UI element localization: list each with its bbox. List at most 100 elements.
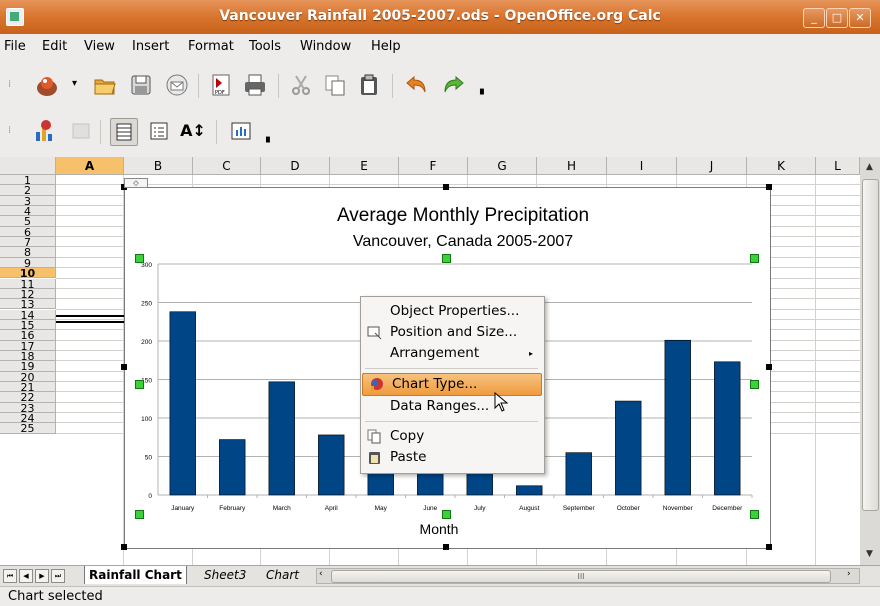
scroll-right-icon[interactable]: › — [847, 569, 851, 579]
maximize-button[interactable]: □ — [826, 8, 848, 28]
legend-icon[interactable] — [146, 118, 172, 144]
horizontal-grids-icon[interactable] — [110, 118, 138, 146]
menu-file[interactable]: File — [4, 39, 26, 54]
row-header-16[interactable]: 16 — [0, 330, 56, 341]
menu-view[interactable]: View — [84, 39, 115, 54]
row-header-10[interactable]: 10 — [0, 268, 56, 279]
anchor-icon[interactable]: ◇ — [124, 178, 148, 188]
chart-type-icon[interactable] — [32, 118, 58, 144]
scroll-up-icon[interactable]: ▲ — [862, 159, 877, 175]
menu-item-arrangement[interactable]: Arrangement ▸ — [361, 343, 542, 364]
open-folder-icon[interactable] — [92, 72, 118, 98]
toolbar-options-icon[interactable]: ▖ — [266, 132, 274, 143]
toolbar-options-icon[interactable]: ▖ — [480, 84, 488, 95]
scale-text-icon[interactable]: A↕ — [180, 118, 206, 144]
diagram-handle[interactable] — [750, 254, 759, 263]
y-tick-label: 300 — [141, 262, 152, 269]
toolbar-grip-icon[interactable]: ⁞ — [8, 79, 12, 90]
select-all-corner[interactable] — [0, 157, 56, 175]
diagram-handle[interactable] — [750, 510, 759, 519]
last-sheet-icon[interactable]: ⏭ — [51, 569, 65, 583]
column-header-l[interactable]: L — [816, 157, 860, 175]
resize-handle[interactable] — [766, 364, 772, 370]
resize-handle[interactable] — [766, 184, 772, 190]
column-header-a[interactable]: A — [56, 157, 124, 175]
save-icon[interactable] — [128, 72, 154, 98]
column-header-h[interactable]: H — [537, 157, 607, 175]
column-header-b[interactable]: B — [124, 157, 193, 175]
resize-handle[interactable] — [443, 184, 449, 190]
column-header-d[interactable]: D — [261, 157, 330, 175]
bar-october — [615, 400, 642, 496]
menu-item-copy[interactable]: Copy — [361, 426, 542, 447]
menu-item-object-properties[interactable]: Object Properties... — [361, 301, 542, 322]
export-pdf-icon[interactable]: PDF — [208, 72, 234, 98]
diagram-handle[interactable] — [135, 380, 144, 389]
resize-handle[interactable] — [121, 544, 127, 550]
menu-window[interactable]: Window — [300, 39, 351, 54]
paste-icon — [367, 450, 382, 465]
menu-item-paste[interactable]: Paste — [361, 447, 542, 468]
paste-icon[interactable] — [356, 72, 382, 98]
menu-item-position-size[interactable]: Position and Size... — [361, 322, 542, 343]
sheet-tab-rainfall-chart[interactable]: Rainfall Chart — [84, 566, 187, 584]
menu-help[interactable]: Help — [371, 39, 401, 54]
prev-sheet-icon[interactable]: ◀ — [19, 569, 33, 583]
diagram-handle[interactable] — [135, 510, 144, 519]
column-header-j[interactable]: J — [677, 157, 747, 175]
chart-app-icon[interactable] — [34, 72, 60, 98]
diagram-handle[interactable] — [135, 254, 144, 263]
dropdown-arrow-icon[interactable]: ▾ — [72, 78, 77, 89]
scroll-down-icon[interactable]: ▼ — [862, 546, 877, 562]
minimize-button[interactable]: _ — [803, 8, 825, 28]
automatic-layout-icon[interactable] — [228, 118, 254, 144]
menu-tools[interactable]: Tools — [249, 39, 281, 54]
resize-handle[interactable] — [443, 544, 449, 550]
next-sheet-icon[interactable]: ▶ — [35, 569, 49, 583]
status-text: Chart selected — [8, 589, 103, 604]
sheet-tab-chart[interactable]: Chart — [262, 566, 303, 584]
copy-icon[interactable] — [322, 72, 348, 98]
column-header-k[interactable]: K — [747, 157, 816, 175]
column-header-c[interactable]: C — [193, 157, 261, 175]
close-button[interactable]: ✕ — [849, 8, 871, 28]
bar-march — [268, 381, 295, 496]
standard-toolbar: ⁞ ▾ PDF ▖ — [0, 62, 880, 108]
print-icon[interactable] — [242, 72, 268, 98]
menu-format[interactable]: Format — [188, 39, 234, 54]
scroll-left-icon[interactable]: ‹ — [319, 569, 323, 579]
undo-icon[interactable] — [404, 72, 430, 98]
horizontal-scroll-thumb[interactable]: III — [331, 570, 831, 583]
active-cell-cursor[interactable] — [56, 315, 124, 323]
status-bar: Chart selected — [0, 586, 880, 606]
vertical-scroll-thumb[interactable] — [862, 179, 879, 511]
diagram-handle[interactable] — [750, 380, 759, 389]
horizontal-scrollbar[interactable]: ‹ III › — [316, 568, 860, 584]
vertical-scrollbar[interactable]: ▲ ▼ — [860, 157, 880, 565]
x-tick-label: November — [663, 505, 694, 512]
resize-handle[interactable] — [121, 364, 127, 370]
email-icon[interactable] — [164, 72, 190, 98]
sheet-tab-sheet3[interactable]: Sheet3 — [200, 566, 250, 584]
cut-icon[interactable] — [288, 72, 314, 98]
column-header-f[interactable]: F — [399, 157, 468, 175]
redo-icon[interactable] — [440, 72, 466, 98]
toolbar-grip-icon[interactable]: ⁞ — [8, 125, 12, 136]
menu-item-chart-type[interactable]: Chart Type... — [362, 373, 542, 396]
diagram-handle[interactable] — [442, 510, 451, 519]
row-header-25[interactable]: 25 — [0, 423, 56, 435]
resize-handle[interactable] — [766, 544, 772, 550]
row-header-13[interactable]: 13 — [0, 299, 56, 310]
menu-insert[interactable]: Insert — [132, 39, 169, 54]
column-header-i[interactable]: I — [607, 157, 677, 175]
column-header-e[interactable]: E — [330, 157, 399, 175]
data-table-icon[interactable] — [68, 118, 94, 144]
window-title: Vancouver Rainfall 2005-2007.ods - OpenO… — [219, 8, 661, 24]
menu-edit[interactable]: Edit — [42, 39, 67, 54]
menu-item-data-ranges[interactable]: Data Ranges... — [361, 396, 542, 417]
sheet-tabs-bar: ⏮ ◀ ▶ ⏭ Rainfall Chart Sheet3 Chart ‹ II… — [0, 565, 880, 586]
first-sheet-icon[interactable]: ⏮ — [3, 569, 17, 583]
bar-august — [516, 485, 543, 496]
column-header-g[interactable]: G — [468, 157, 537, 175]
diagram-handle[interactable] — [442, 254, 451, 263]
